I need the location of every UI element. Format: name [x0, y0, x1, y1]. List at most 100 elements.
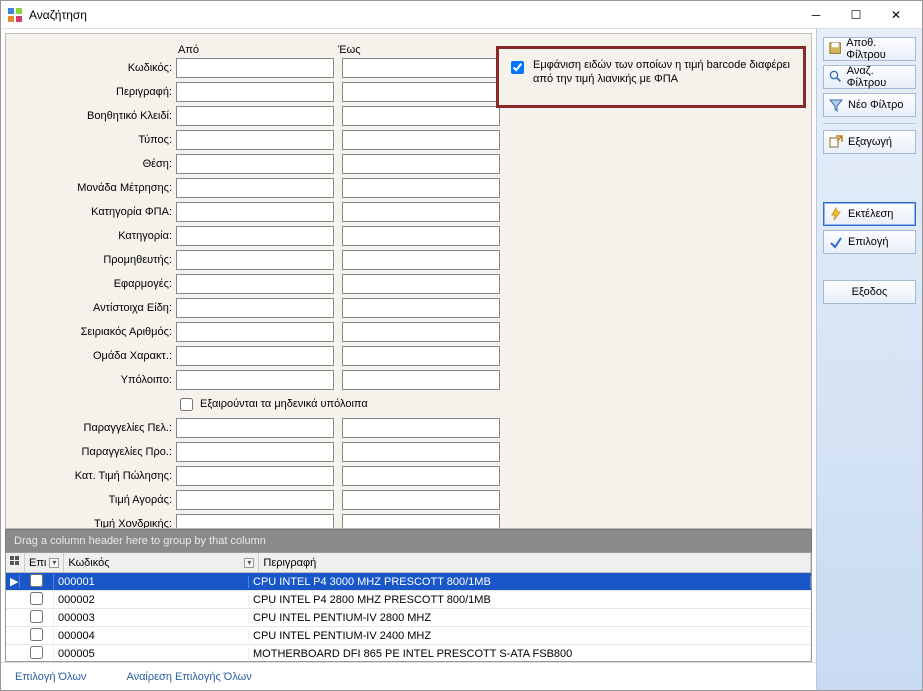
filter-to-input[interactable] — [342, 130, 500, 150]
filter2-from-input[interactable] — [176, 418, 334, 438]
filter-to-input[interactable] — [342, 82, 500, 102]
sidebar-separator-1 — [823, 123, 916, 124]
grid-header: Επι ▾ Κωδικός ▾ Περιγραφή — [6, 553, 811, 573]
row-desc: CPU INTEL P4 2800 MHZ PRESCOTT 800/1MB — [249, 594, 811, 606]
search-window: Αναζήτηση ─ ☐ ✕ Από Έως Κωδικός:Περιγραφ… — [0, 0, 923, 691]
filter2-to-input[interactable] — [342, 490, 500, 510]
row-checkbox[interactable] — [30, 646, 43, 659]
filter-label: Ομάδα Χαρακτ.: — [18, 350, 176, 362]
col-code[interactable]: Κωδικός ▾ — [64, 553, 259, 572]
filter2-row: Παραγγελίες Πελ.: — [18, 418, 799, 438]
filter-from-input[interactable] — [176, 58, 334, 78]
filters-scroll[interactable]: Από Έως Κωδικός:Περιγραφή:Βοηθητικό Κλει… — [5, 33, 812, 529]
export-button[interactable]: Εξαγωγή — [823, 130, 916, 154]
filter-from-input[interactable] — [176, 82, 334, 102]
row-checkbox[interactable] — [30, 610, 43, 623]
search-icon — [829, 70, 842, 84]
filter2-from-input[interactable] — [176, 514, 334, 529]
row-select-cell — [20, 610, 54, 626]
table-row[interactable]: 000002CPU INTEL P4 2800 MHZ PRESCOTT 800… — [6, 591, 811, 609]
filter-label: Τύπος: — [18, 134, 176, 146]
find-filter-button[interactable]: Αναζ. Φίλτρου — [823, 65, 916, 89]
filter2-row: Παραγγελίες Προ.: — [18, 442, 799, 462]
filter-to-input[interactable] — [342, 322, 500, 342]
row-checkbox[interactable] — [30, 628, 43, 641]
exclude-zero-checkbox[interactable] — [180, 398, 193, 411]
select-all-link[interactable]: Επιλογή Όλων — [15, 671, 86, 683]
filter-to-input[interactable] — [342, 346, 500, 366]
filter2-label: Παραγγελίες Προ.: — [18, 446, 176, 458]
grid-body[interactable]: ▶000001CPU INTEL P4 3000 MHZ PRESCOTT 80… — [6, 573, 811, 661]
filter2-label: Κατ. Τιμή Πώλησης: — [18, 470, 176, 482]
row-code: 000002 — [54, 594, 249, 606]
row-desc: CPU INTEL P4 3000 MHZ PRESCOTT 800/1MB — [249, 576, 811, 588]
filter2-from-input[interactable] — [176, 490, 334, 510]
filter-row: Ομάδα Χαρακτ.: — [18, 346, 799, 366]
filter-from-input[interactable] — [176, 106, 334, 126]
deselect-all-link[interactable]: Αναίρεση Επιλογής Όλων — [126, 671, 251, 683]
close-button[interactable]: ✕ — [876, 2, 916, 28]
barcode-diff-checkbox[interactable] — [511, 61, 524, 74]
filter-to-input[interactable] — [342, 202, 500, 222]
execute-button[interactable]: Εκτέλεση — [823, 202, 916, 226]
filter2-to-input[interactable] — [342, 442, 500, 462]
filter-to-input[interactable] — [342, 106, 500, 126]
filter-from-input[interactable] — [176, 346, 334, 366]
exit-button[interactable]: Εξοδος — [823, 280, 916, 304]
row-checkbox[interactable] — [30, 592, 43, 605]
col-code-dropdown-icon[interactable]: ▾ — [244, 558, 254, 568]
row-checkbox[interactable] — [30, 574, 43, 587]
filter-row: Σειριακός Αριθμός: — [18, 322, 799, 342]
filter-from-input[interactable] — [176, 274, 334, 294]
table-row[interactable]: 000004CPU INTEL PENTIUM-IV 2400 MHZ — [6, 627, 811, 645]
filter2-label: Παραγγελίες Πελ.: — [18, 422, 176, 434]
col-code-label: Κωδικός — [68, 557, 109, 569]
row-code: 000001 — [54, 576, 249, 588]
filter2-label: Τιμή Αγοράς: — [18, 494, 176, 506]
minimize-button[interactable]: ─ — [796, 2, 836, 28]
filter-to-input[interactable] — [342, 58, 500, 78]
table-row[interactable]: ▶000001CPU INTEL P4 3000 MHZ PRESCOTT 80… — [6, 573, 811, 591]
filter-from-input[interactable] — [176, 250, 334, 270]
barcode-diff-label: Εμφάνιση ειδών των οποίων η τιμή barcode… — [533, 59, 795, 87]
filter-from-input[interactable] — [176, 298, 334, 318]
filter-from-input[interactable] — [176, 370, 334, 390]
filter-to-input[interactable] — [342, 370, 500, 390]
save-filter-button[interactable]: Αποθ. Φίλτρου — [823, 37, 916, 61]
filter-to-input[interactable] — [342, 298, 500, 318]
filter2-to-input[interactable] — [342, 466, 500, 486]
filter-from-input[interactable] — [176, 202, 334, 222]
col-desc[interactable]: Περιγραφή — [259, 553, 811, 572]
exit-label: Εξοδος — [829, 286, 910, 298]
group-by-bar[interactable]: Drag a column header here to group by th… — [5, 529, 812, 552]
filter-from-input[interactable] — [176, 226, 334, 246]
filter-from-input[interactable] — [176, 154, 334, 174]
filter2-from-input[interactable] — [176, 442, 334, 462]
filter-row: Θέση: — [18, 154, 799, 174]
table-row[interactable]: 000005MOTHERBOARD DFI 865 PE INTEL PRESC… — [6, 645, 811, 661]
filter-from-input[interactable] — [176, 130, 334, 150]
table-row[interactable]: 000003CPU INTEL PENTIUM-IV 2800 MHZ — [6, 609, 811, 627]
footer-links: Επιλογή Όλων Αναίρεση Επιλογής Όλων — [1, 662, 816, 690]
window-title: Αναζήτηση — [29, 8, 796, 22]
find-filter-label: Αναζ. Φίλτρου — [847, 65, 910, 89]
col-select-dropdown-icon[interactable]: ▾ — [49, 558, 59, 568]
filter2-from-input[interactable] — [176, 466, 334, 486]
new-filter-button[interactable]: Νέο Φίλτρο — [823, 93, 916, 117]
filter-from-input[interactable] — [176, 178, 334, 198]
maximize-button[interactable]: ☐ — [836, 2, 876, 28]
exclude-zero-label: Εξαιρούνται τα μηδενικά υπόλοιπα — [200, 398, 368, 410]
filter-from-input[interactable] — [176, 322, 334, 342]
filter2-to-input[interactable] — [342, 514, 500, 529]
filter-to-input[interactable] — [342, 178, 500, 198]
select-button[interactable]: Επιλογή — [823, 230, 916, 254]
filter-row: Βοηθητικό Κλειδί: — [18, 106, 799, 126]
filter2-to-input[interactable] — [342, 418, 500, 438]
col-indicator[interactable] — [6, 553, 25, 572]
filter-label: Υπόλοιπο: — [18, 374, 176, 386]
filter-to-input[interactable] — [342, 154, 500, 174]
filter-to-input[interactable] — [342, 226, 500, 246]
filter-to-input[interactable] — [342, 274, 500, 294]
filter-to-input[interactable] — [342, 250, 500, 270]
col-select[interactable]: Επι ▾ — [25, 553, 64, 572]
